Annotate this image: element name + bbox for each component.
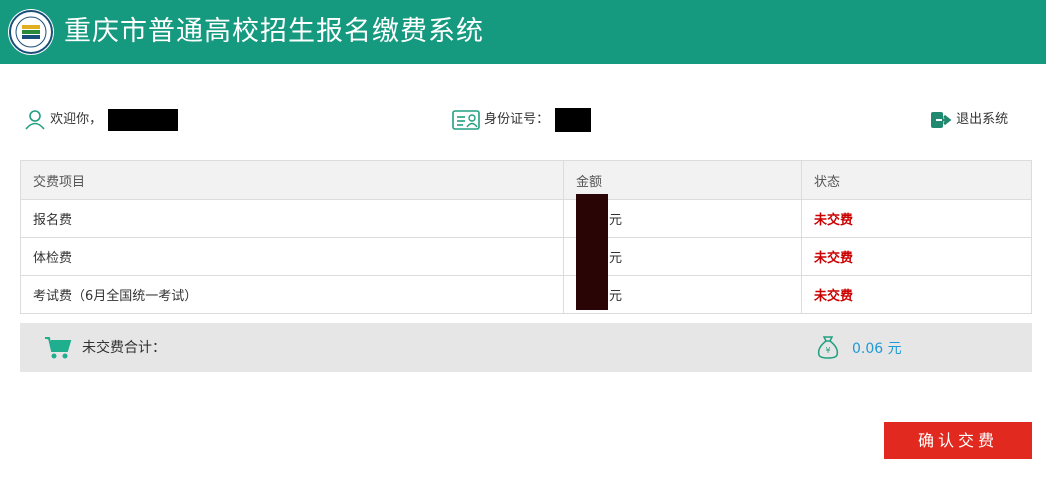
summary-bar: 未交费合计： ¥ 0.06 元	[20, 323, 1032, 372]
id-card-icon	[452, 109, 480, 130]
fee-status: 未交费	[801, 199, 1032, 238]
redacted-amounts	[576, 194, 608, 310]
logout-label[interactable]: 退出系统	[956, 112, 1008, 127]
svg-text:¥: ¥	[825, 346, 830, 355]
app-header: 重庆市普通高校招生报名缴费系统	[0, 0, 1046, 64]
id-area: 身份证号：	[452, 106, 592, 134]
fee-item: 报名费	[20, 199, 564, 238]
redacted-username	[108, 108, 179, 131]
summary-total: 0.06 元	[852, 341, 902, 357]
header-item: 交费项目	[20, 160, 564, 200]
table-row: 体检费 元 未交费	[20, 237, 1032, 276]
table-row: 报名费 元 未交费	[20, 199, 1032, 238]
welcome-label: 欢迎你，	[50, 112, 103, 127]
confirm-payment-button[interactable]: 确认交费	[884, 422, 1032, 459]
table-header-row: 交费项目 金额 状态	[20, 160, 1032, 200]
redacted-id	[555, 107, 592, 132]
id-label: 身份证号：	[484, 112, 550, 127]
header-status: 状态	[801, 160, 1032, 200]
welcome-area: 欢迎你，	[24, 106, 179, 134]
logout-link[interactable]: 退出系统	[930, 106, 1008, 134]
school-logo	[8, 9, 54, 55]
table-row: 考试费（6月全国统一考试） 元 未交费	[20, 275, 1032, 314]
fee-table: 交费项目 金额 状态 报名费 元 未交费 体检费 元 未交费 考试费（6月全国统…	[20, 160, 1032, 314]
fee-status: 未交费	[801, 275, 1032, 314]
system-title: 重庆市普通高校招生报名缴费系统	[64, 16, 484, 47]
cart-icon	[45, 337, 72, 359]
fee-item: 考试费（6月全国统一考试）	[20, 275, 564, 314]
logout-icon	[931, 111, 952, 128]
user-icon	[25, 109, 45, 130]
fee-item: 体检费	[20, 237, 564, 276]
fee-status: 未交费	[801, 237, 1032, 276]
summary-label: 未交费合计：	[82, 340, 166, 356]
money-bag-icon: ¥	[817, 336, 839, 359]
